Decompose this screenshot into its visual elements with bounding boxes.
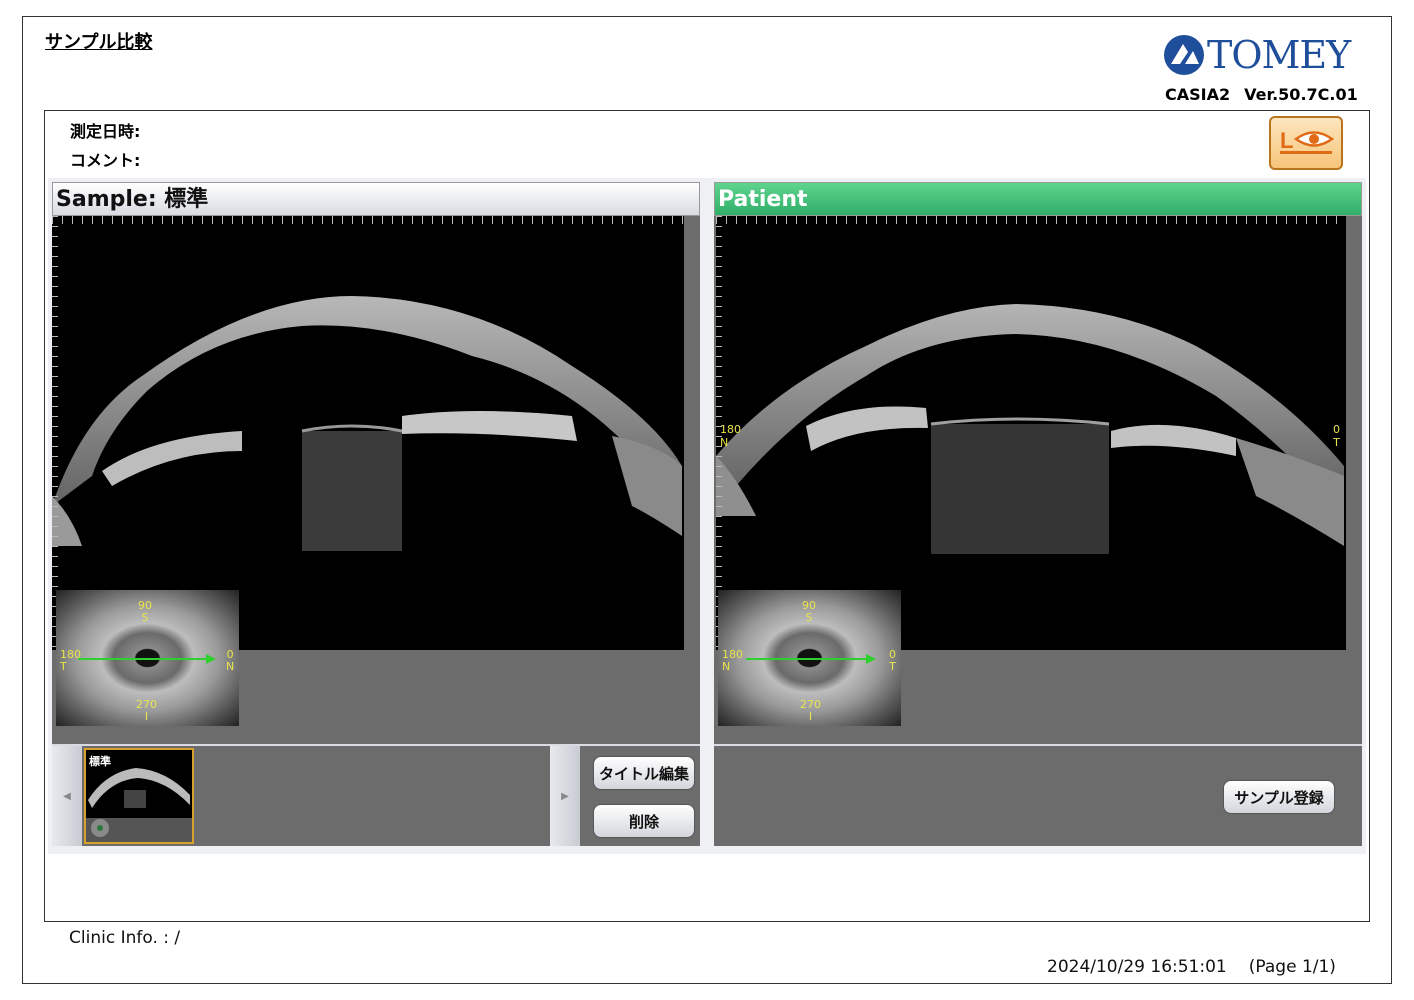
sample-thumbnail[interactable]: 標準 xyxy=(84,748,194,844)
scan-left-dir: N xyxy=(720,436,729,449)
patient-panel-title: Patient xyxy=(714,182,1362,216)
comment-label: コメント: xyxy=(70,151,141,170)
sample-thumbnail-strip: ◀ 標準 ▶ タイトル編集 削除 xyxy=(52,744,700,846)
eye-map-left-dir: N xyxy=(722,660,731,673)
left-eye-icon: L xyxy=(1280,128,1335,154)
register-sample-button[interactable]: サンプル登録 xyxy=(1223,780,1335,814)
patient-eye-photo: 90 S 180 N 0T 270 I xyxy=(718,590,901,726)
version-number: Ver.50.7C.01 xyxy=(1244,85,1358,104)
sample-panel: Sample: 標準 90 S 180 T 0N 270 I xyxy=(52,182,700,744)
sample-oct-image xyxy=(52,296,682,551)
report-datetime: 2024/10/29 16:51:01 xyxy=(1047,957,1227,977)
eye-map-bottom-dir: I xyxy=(808,710,813,723)
scan-left-deg: 180 xyxy=(720,423,741,436)
clinic-info: Clinic Info. : / xyxy=(69,928,181,948)
logo-text: TOMEY xyxy=(1207,33,1351,77)
eye-map-top-dir: S xyxy=(805,611,813,624)
patient-oct-scan: 180 N 0T xyxy=(716,216,1346,650)
patient-panel: Patient 180 N 0T 90 S 180 N 0T 270 I xyxy=(714,182,1362,744)
eye-side-letter: L xyxy=(1280,128,1293,153)
sample-oct-scan xyxy=(52,216,684,650)
page-number: (Page 1/1) xyxy=(1248,957,1336,977)
edit-title-button[interactable]: タイトル編集 xyxy=(593,756,695,790)
report-footer: 2024/10/29 16:51:01 (Page 1/1) xyxy=(1047,957,1336,977)
version-info: CASIA2 Ver.50.7C.01 xyxy=(1165,85,1358,104)
eye-map-left-dir: T xyxy=(60,660,67,673)
scroll-left-button[interactable]: ◀ xyxy=(52,746,82,846)
thumbnail-label: 標準 xyxy=(89,755,111,768)
left-eye-badge: L xyxy=(1269,116,1343,170)
scroll-right-button[interactable]: ▶ xyxy=(550,746,580,846)
patient-oct-image xyxy=(716,304,1344,554)
sample-panel-title: Sample: 標準 xyxy=(52,182,700,216)
eye-map-top-dir: S xyxy=(141,611,149,624)
eye-map-right-dir: T xyxy=(889,660,896,673)
page-title: サンプル比較 xyxy=(45,32,153,53)
tomey-logo: TOMEY xyxy=(1163,33,1358,77)
product-name: CASIA2 xyxy=(1165,85,1231,104)
sample-eye-photo: 90 S 180 T 0N 270 I xyxy=(56,590,239,726)
delete-button[interactable]: 削除 xyxy=(593,804,695,838)
tomey-logo-icon xyxy=(1164,35,1204,75)
eye-map-bottom-dir: I xyxy=(144,710,149,723)
eye-map-right-dir: N xyxy=(226,660,235,673)
scan-right-dir: T xyxy=(1333,436,1340,449)
scan-right-deg: 0 xyxy=(1333,423,1340,436)
patient-actions: サンプル登録 xyxy=(714,744,1362,846)
measured-datetime-label: 測定日時: xyxy=(70,122,141,141)
